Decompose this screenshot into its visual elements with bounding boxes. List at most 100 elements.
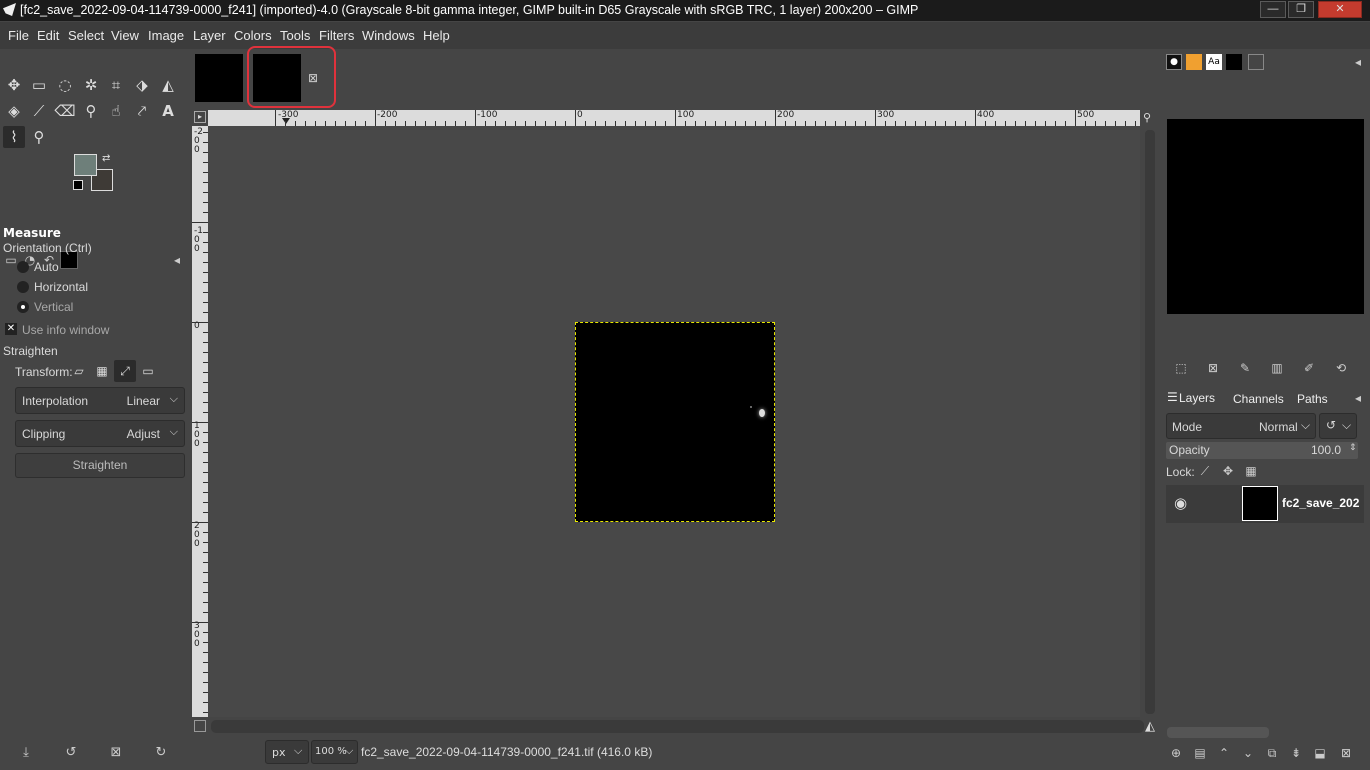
menu-image[interactable]: Image: [148, 28, 184, 43]
foreground-color-swatch[interactable]: [74, 154, 97, 176]
quick-mask-toggle-icon[interactable]: ▸: [194, 111, 206, 123]
clipping-select[interactable]: Clipping Adjust ⌵: [15, 420, 185, 447]
navigate-icon[interactable]: ◭: [1145, 719, 1155, 734]
move-tool-icon[interactable]: ✥: [3, 74, 25, 96]
radio-auto[interactable]: [17, 261, 29, 273]
unit-select[interactable]: px ⌵: [265, 740, 309, 764]
spinner-icon[interactable]: ⇕: [1349, 443, 1357, 453]
bucket-fill-tool-icon[interactable]: ◈: [3, 100, 25, 122]
save-tool-preset-icon[interactable]: ⤓: [17, 745, 35, 763]
close-window-button[interactable]: ✕: [1318, 1, 1362, 18]
merge-layer-icon[interactable]: ⇟: [1288, 746, 1304, 762]
transform-layer-icon[interactable]: ▱: [68, 360, 90, 382]
new-layer-group-icon[interactable]: ▤: [1192, 746, 1208, 762]
radio-horizontal[interactable]: [17, 281, 29, 293]
layer-mask-icon[interactable]: ⬓: [1312, 746, 1328, 762]
lock-alpha-icon[interactable]: ▦: [1243, 464, 1259, 480]
transform-image-icon[interactable]: ▭: [137, 360, 159, 382]
eraser-tool-icon[interactable]: ⌫: [54, 100, 76, 122]
fonts-tab-icon[interactable]: Aa: [1206, 54, 1222, 70]
panel-menu-icon[interactable]: ◂: [1350, 391, 1366, 407]
reset-tool-options-icon[interactable]: ↻: [152, 745, 170, 763]
delete-tool-preset-icon[interactable]: ⊠: [107, 745, 125, 763]
refresh-brushes-icon[interactable]: ⟲: [1333, 361, 1349, 377]
swap-colors-icon[interactable]: ⇄: [102, 153, 110, 164]
lower-layer-icon[interactable]: ⌄: [1240, 746, 1256, 762]
rect-select-tool-icon[interactable]: ▭: [28, 74, 50, 96]
select-area-icon[interactable]: ⬚: [1173, 361, 1189, 377]
menu-tools[interactable]: Tools: [280, 28, 310, 43]
zoom-image-when-window-resizes-icon[interactable]: ⚲: [1143, 111, 1151, 124]
layer-name[interactable]: fc2_save_202: [1282, 496, 1359, 510]
radio-vertical-label[interactable]: Vertical: [34, 300, 73, 314]
new-layer-icon[interactable]: ⊕: [1168, 746, 1184, 762]
tab-channels[interactable]: Channels: [1233, 392, 1284, 406]
paths-tool-icon[interactable]: ⤤: [131, 100, 153, 122]
visibility-eye-icon[interactable]: ◉: [1174, 494, 1187, 512]
straighten-button[interactable]: Straighten: [15, 453, 185, 478]
clone-tool-icon[interactable]: ⚲: [80, 100, 102, 122]
lock-position-icon[interactable]: ✥: [1220, 464, 1236, 480]
gradients-tab-icon[interactable]: [1248, 54, 1264, 70]
smudge-tool-icon[interactable]: ☝: [105, 100, 127, 122]
panel-menu-icon[interactable]: ◂: [1350, 55, 1366, 71]
mode-select[interactable]: Mode Normal ⌵: [1166, 413, 1316, 439]
vertical-scrollbar[interactable]: [1142, 126, 1158, 717]
crop-tool-icon[interactable]: ⌗: [105, 74, 127, 96]
menu-edit[interactable]: Edit: [37, 28, 59, 43]
default-colors-icon[interactable]: [73, 180, 83, 190]
radio-auto-label[interactable]: Auto: [34, 260, 59, 274]
image-canvas[interactable]: [575, 322, 775, 522]
new-brush-icon[interactable]: ✐: [1301, 361, 1317, 377]
text-tool-icon[interactable]: A: [157, 100, 179, 122]
layers-horizontal-scrollbar[interactable]: [1167, 727, 1269, 738]
zoom-select[interactable]: 100 % ⌵: [311, 740, 358, 764]
radio-vertical[interactable]: [17, 301, 29, 313]
duplicate-layer-icon[interactable]: ⧉: [1264, 746, 1280, 762]
menu-colors[interactable]: Colors: [234, 28, 272, 43]
menu-windows[interactable]: Windows: [362, 28, 415, 43]
zoom-tool-icon[interactable]: ⚲: [28, 126, 50, 148]
panel-menu-icon[interactable]: ◂: [168, 251, 186, 269]
tab-layers[interactable]: Layers: [1179, 391, 1215, 405]
duplicate-brush-icon[interactable]: ▥: [1269, 361, 1285, 377]
delete-brush-icon[interactable]: ⊠: [1205, 361, 1221, 377]
free-select-tool-icon[interactable]: ◌: [54, 74, 76, 96]
restore-tool-preset-icon[interactable]: ↺: [62, 745, 80, 763]
delete-layer-icon[interactable]: ⊠: [1338, 746, 1354, 762]
warp-transform-tool-icon[interactable]: ◭: [157, 74, 179, 96]
use-info-window-checkbox[interactable]: ✕: [5, 323, 17, 335]
menu-layer[interactable]: Layer: [193, 28, 226, 43]
menu-filters[interactable]: Filters: [319, 28, 354, 43]
menu-select[interactable]: Select: [68, 28, 104, 43]
paintbrush-tool-icon[interactable]: ⟋: [28, 100, 50, 122]
brushes-tab-icon[interactable]: ●: [1166, 54, 1182, 70]
raise-layer-icon[interactable]: ⌃: [1216, 746, 1232, 762]
layer-row[interactable]: ◉ fc2_save_202: [1166, 485, 1364, 523]
document-history-tab-icon[interactable]: [1226, 54, 1242, 70]
unified-transform-tool-icon[interactable]: ⬗: [131, 74, 153, 96]
menu-view[interactable]: View: [111, 28, 139, 43]
image-tab-thumbnail-1[interactable]: [195, 54, 243, 102]
status-file-info: fc2_save_2022-09-04-114739-0000_f241.tif…: [361, 745, 653, 759]
patterns-tab-icon[interactable]: [1186, 54, 1202, 70]
horizontal-scrollbar[interactable]: [211, 720, 1144, 733]
transform-path-icon[interactable]: ⤢: [114, 360, 136, 382]
tab-layers-icon[interactable]: ☰: [1167, 390, 1178, 404]
interpolation-select[interactable]: Interpolation Linear ⌵: [15, 387, 185, 414]
radio-horizontal-label[interactable]: Horizontal: [34, 280, 88, 294]
quick-mask-icon[interactable]: [194, 720, 206, 732]
menu-file[interactable]: File: [8, 28, 29, 43]
mode-reset-select[interactable]: ↺ ⌵: [1319, 413, 1357, 439]
menu-help[interactable]: Help: [423, 28, 450, 43]
measure-tool-icon[interactable]: ⌇: [3, 126, 25, 148]
minimize-button[interactable]: —: [1260, 1, 1286, 18]
lock-pixels-icon[interactable]: ⟋: [1197, 464, 1213, 480]
opacity-slider[interactable]: Opacity 100.0 ⇕: [1166, 442, 1358, 459]
transform-selection-icon[interactable]: ▦: [91, 360, 113, 382]
edit-brush-icon[interactable]: ✎: [1237, 361, 1253, 377]
fuzzy-select-tool-icon[interactable]: ✲: [80, 74, 102, 96]
tab-paths[interactable]: Paths: [1297, 392, 1328, 406]
maximize-button[interactable]: ❐: [1288, 1, 1314, 18]
use-info-window-label[interactable]: Use info window: [22, 323, 109, 337]
